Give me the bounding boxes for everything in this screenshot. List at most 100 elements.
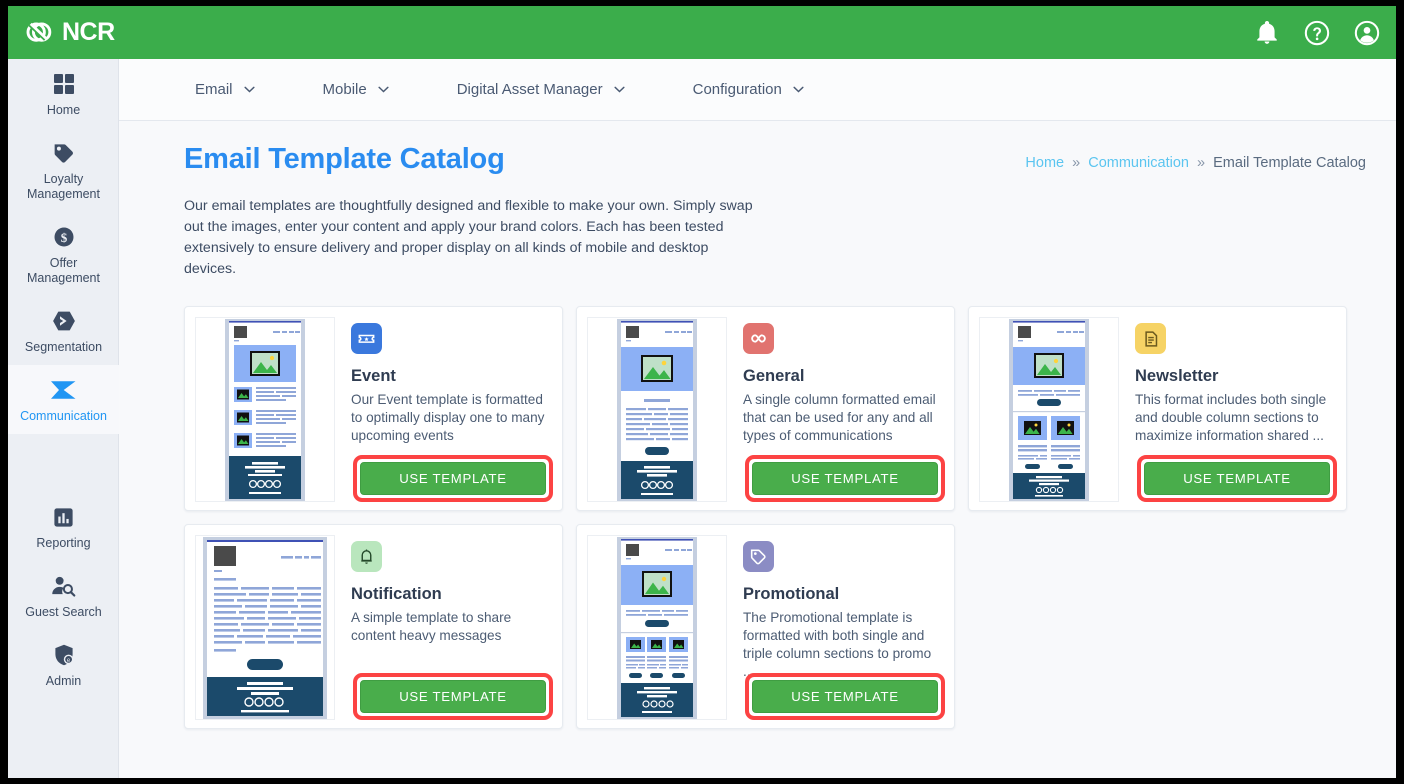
- template-card-description: The Promotional template is formatted wi…: [743, 610, 932, 679]
- tag-icon: [12, 140, 115, 166]
- nav-item-label: Mobile: [322, 81, 367, 98]
- svg-text:$: $: [60, 230, 67, 245]
- newsletter-template-preview-icon: [1009, 319, 1089, 501]
- template-card-notification[interactable]: Notification A simple template to share …: [184, 524, 563, 729]
- use-template-button[interactable]: USE TEMPLATE: [1144, 462, 1330, 495]
- brand-logo-area[interactable]: NCR: [18, 16, 115, 50]
- app-window: NCR Home Loyalty Management $ Offer Mana…: [8, 6, 1396, 778]
- template-thumbnail: [587, 535, 727, 720]
- template-thumbnail: [979, 317, 1119, 502]
- sidebar-item-label: Offer Management: [27, 256, 100, 285]
- use-template-button[interactable]: USE TEMPLATE: [752, 462, 938, 495]
- use-template-button[interactable]: USE TEMPLATE: [360, 680, 546, 713]
- template-thumbnail: [195, 317, 335, 502]
- grid-icon: [12, 71, 115, 97]
- template-card-description: This format includes both single and dou…: [1135, 392, 1327, 443]
- use-template-highlight-ring: USE TEMPLATE: [745, 673, 945, 720]
- use-template-button[interactable]: USE TEMPLATE: [360, 462, 546, 495]
- template-card-grid: Event Our Event template is formatted to…: [184, 306, 1367, 729]
- notifications-icon[interactable]: [1254, 20, 1280, 46]
- template-card-title: General: [743, 367, 805, 385]
- nav-item-label: Email: [195, 81, 233, 98]
- notification-template-preview-icon: [203, 537, 327, 719]
- chevron-down-icon: [243, 86, 255, 93]
- sidebar-item-label: Loyalty Management: [27, 172, 100, 201]
- document-icon: [1135, 323, 1166, 354]
- chevron-down-icon: [614, 86, 625, 93]
- nav-item-email[interactable]: Email: [195, 81, 289, 98]
- help-icon[interactable]: [1304, 20, 1330, 46]
- sidebar-item-offer-management[interactable]: $ Offer Management: [8, 212, 119, 296]
- chevron-down-icon: [793, 86, 804, 93]
- use-template-highlight-ring: USE TEMPLATE: [353, 673, 553, 720]
- nav-item-label: Digital Asset Manager: [456, 81, 603, 98]
- page-title: Email Template Catalog: [184, 143, 505, 175]
- paper-plane-icon: [12, 377, 115, 403]
- breadcrumb: Home » Communication » Email Template Ca…: [1025, 143, 1366, 171]
- template-card-title: Newsletter: [1135, 367, 1219, 385]
- breadcrumb-separator: »: [1197, 155, 1206, 171]
- sidebar-item-communication[interactable]: Communication: [8, 365, 119, 434]
- sidebar-item-admin[interactable]: e Admin: [8, 630, 119, 699]
- template-thumbnail: [195, 535, 335, 720]
- app-header: NCR: [8, 6, 1396, 59]
- nav-item-mobile[interactable]: Mobile: [323, 81, 423, 98]
- breadcrumb-home-link[interactable]: Home: [1025, 155, 1064, 171]
- breadcrumb-communication-link[interactable]: Communication: [1088, 155, 1189, 171]
- send-arrow-icon: [12, 308, 115, 334]
- template-card-newsletter[interactable]: Newsletter This format includes both sin…: [968, 306, 1347, 511]
- sidebar-item-home[interactable]: Home: [8, 59, 119, 128]
- sidebar: Home Loyalty Management $ Offer Manageme…: [8, 59, 119, 778]
- breadcrumb-current: Email Template Catalog: [1213, 155, 1366, 171]
- event-template-preview-icon: [225, 319, 305, 501]
- sidebar-item-label: Guest Search: [25, 605, 102, 619]
- use-template-highlight-ring: USE TEMPLATE: [745, 455, 945, 502]
- ncr-logo-icon: [26, 21, 52, 42]
- template-thumbnail: [587, 317, 727, 502]
- nav-item-digital-asset-manager[interactable]: Digital Asset Manager: [457, 81, 659, 98]
- page-intro-text: Our email templates are thoughtfully des…: [184, 198, 753, 277]
- main-content: Email Mobile Digital Asset Manager Confi…: [119, 59, 1396, 778]
- template-card-title: Promotional: [743, 585, 840, 603]
- sidebar-item-loyalty-management[interactable]: Loyalty Management: [8, 128, 119, 212]
- nav-item-label: Configuration: [692, 81, 782, 98]
- admin-shield-icon: e: [12, 642, 115, 668]
- template-card-description: Our Event template is formatted to optim…: [351, 392, 545, 443]
- sidebar-item-guest-search[interactable]: Guest Search: [8, 561, 119, 630]
- account-icon[interactable]: [1354, 20, 1380, 46]
- sidebar-item-label: Reporting: [36, 536, 91, 550]
- bar-chart-icon: [12, 504, 115, 530]
- dollar-coin-icon: $: [12, 224, 115, 250]
- use-template-button[interactable]: USE TEMPLATE: [752, 680, 938, 713]
- general-template-preview-icon: [617, 319, 697, 501]
- page-title-row: Email Template Catalog Home » Communicat…: [184, 143, 1366, 176]
- promotional-template-preview-icon: [617, 537, 697, 719]
- template-card-title: Event: [351, 367, 396, 385]
- header-actions: [1254, 6, 1380, 59]
- sidebar-item-label: Home: [46, 103, 81, 117]
- page-content: Email Template Catalog Home » Communicat…: [119, 121, 1396, 729]
- brand-name: NCR: [62, 18, 115, 46]
- template-card-general[interactable]: General A single column formatted email …: [576, 306, 955, 511]
- nav-item-configuration[interactable]: Configuration: [693, 81, 838, 98]
- sidebar-item-label: Segmentation: [24, 340, 103, 354]
- template-card-description: A simple template to share content heavy…: [351, 610, 512, 643]
- use-template-highlight-ring: USE TEMPLATE: [1137, 455, 1337, 502]
- infinity-icon: [743, 323, 774, 354]
- sidebar-item-reporting[interactable]: Reporting: [8, 492, 119, 561]
- template-card-description: A single column formatted email that can…: [743, 392, 936, 443]
- ticket-icon: [351, 323, 382, 354]
- sidebar-item-segmentation[interactable]: Segmentation: [8, 296, 119, 365]
- template-card-title: Notification: [351, 585, 442, 603]
- template-card-event[interactable]: Event Our Event template is formatted to…: [184, 306, 563, 511]
- sidebar-item-label: Admin: [45, 674, 82, 688]
- breadcrumb-separator: »: [1072, 155, 1081, 171]
- person-search-icon: [12, 573, 115, 599]
- price-tag-icon: [743, 541, 774, 572]
- sidebar-item-label: Communication: [20, 409, 107, 423]
- section-navbar: Email Mobile Digital Asset Manager Confi…: [119, 59, 1396, 121]
- use-template-highlight-ring: USE TEMPLATE: [353, 455, 553, 502]
- chevron-down-icon: [378, 86, 389, 93]
- template-card-promotional[interactable]: Promotional The Promotional template is …: [576, 524, 955, 729]
